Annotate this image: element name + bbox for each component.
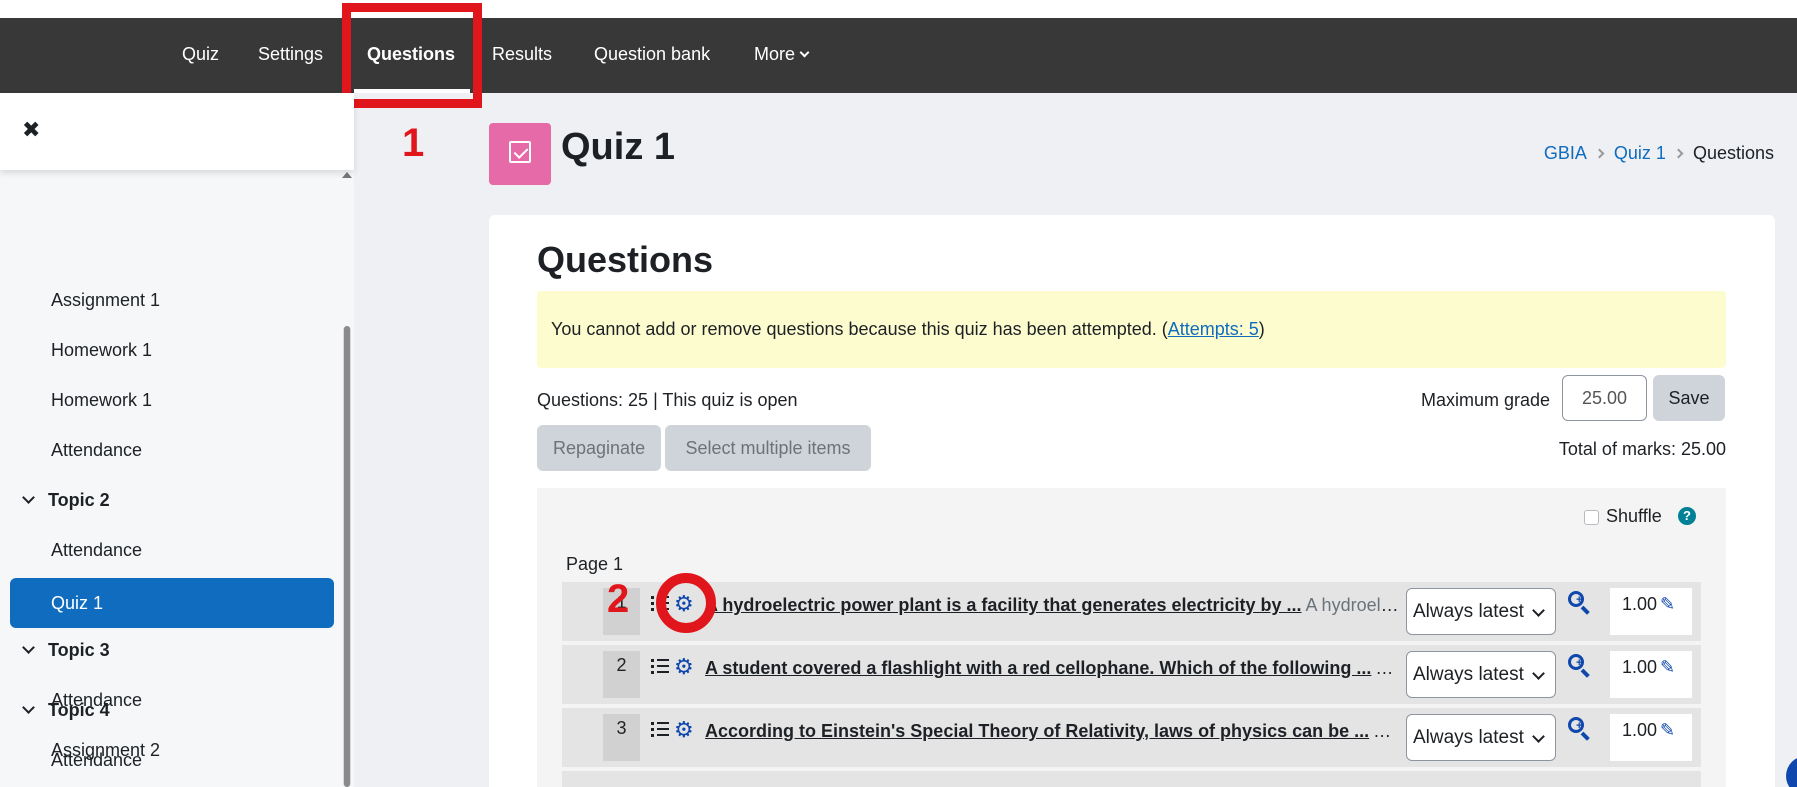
close-icon[interactable]: ✖ <box>22 117 40 143</box>
nav-more-label: More <box>754 44 796 64</box>
question-row: 2 ⚙ A student covered a flashlight with … <box>562 645 1701 704</box>
question-mark: 1.00 ✎ <box>1610 651 1692 698</box>
pencil-icon[interactable]: ✎ <box>1660 656 1675 678</box>
chevron-down-icon <box>22 641 35 654</box>
floating-help-button[interactable] <box>1786 756 1797 787</box>
chevron-down-icon <box>799 47 810 58</box>
topic-label: Topic 2 <box>48 490 110 510</box>
attempted-alert: You cannot add or remove questions becau… <box>537 291 1726 368</box>
active-item-label: Quiz 1 <box>51 593 104 613</box>
mark-value: 1.00 <box>1622 657 1658 677</box>
breadcrumb-link-course[interactable]: GBIA <box>1544 143 1587 163</box>
repaginate-button[interactable]: Repaginate <box>537 425 661 471</box>
question-row: 3 ⚙ According to Einstein's Special Theo… <box>562 708 1701 767</box>
top-strip <box>0 0 1797 18</box>
maximum-grade-label: Maximum grade <box>1421 390 1551 410</box>
course-index-item[interactable]: Assignment 1 <box>51 285 160 315</box>
mark-value: 1.00 <box>1622 720 1658 740</box>
alert-text: You cannot add or remove questions becau… <box>551 319 1265 339</box>
course-index-item-active[interactable]: Quiz 1 <box>10 578 334 628</box>
help-icon[interactable]: ? <box>1678 507 1696 525</box>
gear-icon[interactable]: ⚙ <box>674 655 694 679</box>
question-description: A student covered a flashlight with a re… <box>1375 658 1399 678</box>
course-index-item[interactable]: Attendance <box>51 435 142 465</box>
page-title: Quiz 1 <box>561 126 676 168</box>
quiz-status: Questions: 25 | This quiz is open <box>537 390 798 410</box>
preview-icon[interactable]: + <box>1567 653 1591 678</box>
course-index-topic[interactable]: Topic 4 <box>22 695 110 725</box>
pencil-icon[interactable]: ✎ <box>1660 719 1675 741</box>
course-index-drawer: ✖ Assignment 1 Homework 1 Homework 1 Att… <box>0 93 354 787</box>
gear-icon[interactable]: ⚙ <box>674 718 694 742</box>
question-number: 3 <box>603 714 640 761</box>
question-title-link[interactable]: According to Einstein's Special Theory o… <box>705 721 1369 741</box>
annotation-label-2: 2 <box>607 577 630 621</box>
select-multiple-button[interactable]: Select multiple items <box>665 425 871 471</box>
save-button[interactable]: Save <box>1653 375 1725 421</box>
maximum-grade-input[interactable] <box>1562 375 1647 421</box>
topic-label: Topic 4 <box>48 700 110 720</box>
question-list-area: Shuffle ? Page 1 1 ⚙ A hydroelectric pow… <box>537 488 1726 787</box>
question-text[interactable]: A student covered a flashlight with a re… <box>705 656 1399 680</box>
question-text[interactable]: According to Einstein's Special Theory o… <box>705 719 1399 743</box>
course-index-topic[interactable]: Topic 3 <box>22 635 110 665</box>
nav-tab-settings[interactable]: Settings <box>258 18 323 93</box>
breadcrumb-link-quiz[interactable]: Quiz 1 <box>1614 143 1666 163</box>
breadcrumb-current: Questions <box>1692 143 1774 163</box>
course-index-item[interactable]: Attendance <box>51 745 142 775</box>
drawer-scrollbar-thumb[interactable] <box>344 326 350 787</box>
question-title-link[interactable]: A hydroelectric power plant is a facilit… <box>705 595 1302 615</box>
annotation-highlight-box <box>342 3 482 108</box>
total-marks: Total of marks: 25.00 <box>1558 439 1726 459</box>
mark-value: 1.00 <box>1622 594 1658 614</box>
scroll-up-arrow[interactable] <box>342 172 352 178</box>
attempts-link[interactable]: Attempts: 5 <box>1168 319 1259 339</box>
question-version-select[interactable]: Always latest <box>1406 714 1556 761</box>
preview-icon[interactable]: + <box>1567 716 1591 741</box>
shuffle-checkbox[interactable] <box>1584 510 1599 525</box>
question-title-link[interactable]: A student covered a flashlight with a re… <box>705 658 1371 678</box>
section-title: Questions <box>537 239 714 280</box>
nav-tab-question-bank[interactable]: Question bank <box>594 18 710 93</box>
breadcrumb: GBIA Quiz 1 Questions <box>1544 141 1774 165</box>
chevron-down-icon <box>22 701 35 714</box>
chevron-right-icon <box>1594 148 1605 159</box>
question-description: According to Einstein's Special Theory o… <box>1373 721 1399 741</box>
question-row <box>562 771 1701 787</box>
course-index-item[interactable]: Attendance <box>51 535 142 565</box>
drawer-header: ✖ <box>0 93 354 170</box>
course-index-item[interactable]: Homework 1 <box>51 335 152 365</box>
questions-card: Questions You cannot add or remove quest… <box>489 215 1775 787</box>
question-version-select[interactable]: Always latest <box>1406 651 1556 698</box>
secondary-navigation: Quiz Settings Questions Results Question… <box>0 18 1797 93</box>
annotation-highlight-circle <box>656 573 716 633</box>
question-version-select[interactable]: Always latest <box>1406 588 1556 635</box>
chevron-right-icon <box>1673 148 1684 159</box>
move-icon[interactable] <box>651 721 669 739</box>
question-mark: 1.00 ✎ <box>1610 714 1692 761</box>
question-mark: 1.00 ✎ <box>1610 588 1692 635</box>
pencil-icon[interactable]: ✎ <box>1660 593 1675 615</box>
question-text[interactable]: A hydroelectric power plant is a facilit… <box>705 593 1399 617</box>
topic-label: Topic 3 <box>48 640 110 660</box>
shuffle-label: Shuffle <box>1606 506 1662 526</box>
nav-tab-quiz[interactable]: Quiz <box>182 18 219 93</box>
nav-tab-results[interactable]: Results <box>492 18 552 93</box>
chevron-down-icon <box>22 491 35 504</box>
question-number: 2 <box>603 651 640 698</box>
question-row: 1 ⚙ A hydroelectric power plant is a fac… <box>562 582 1701 641</box>
annotation-label-1: 1 <box>402 121 425 165</box>
page-label: Page 1 <box>566 554 624 574</box>
move-icon[interactable] <box>651 658 669 676</box>
question-description: A hydroelectric power plant is a facilit… <box>1305 595 1399 615</box>
course-index-item[interactable]: Homework 1 <box>51 385 152 415</box>
nav-tab-more[interactable]: More <box>754 18 810 93</box>
preview-icon[interactable]: + <box>1567 590 1591 615</box>
course-index-topic[interactable]: Topic 2 <box>22 485 110 515</box>
quiz-checkbox-icon <box>489 123 551 185</box>
